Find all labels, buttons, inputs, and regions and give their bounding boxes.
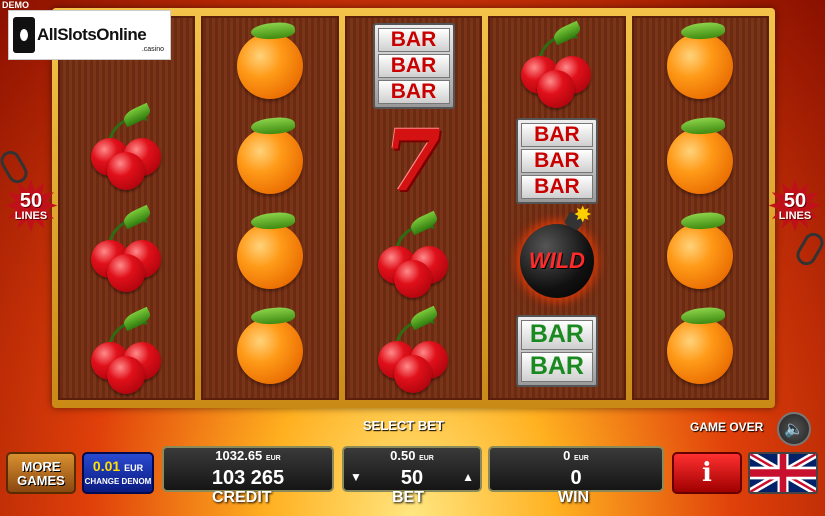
win-panel: 0 EUR 0 xyxy=(488,446,664,492)
logo-keyhole-icon xyxy=(13,17,35,53)
reel-5 xyxy=(631,16,770,400)
win-label: WIN xyxy=(558,489,590,506)
info-button[interactable]: i xyxy=(672,452,742,494)
slot-machine: BAR BAR BAR BAR 7 BAR BAR BAR xyxy=(52,8,775,408)
spark-icon: ✸ xyxy=(573,201,592,227)
lines-count: 50 xyxy=(783,190,807,212)
lines-label: LINES xyxy=(14,210,48,222)
select-bet-label: SELECT BET xyxy=(363,418,444,433)
credit-value: 103 265 xyxy=(211,467,285,489)
bet-label: BET xyxy=(392,489,424,506)
lines-count: 50 xyxy=(19,190,43,212)
triple-bar-symbol: BAR BAR BAR xyxy=(371,22,457,109)
credit-label: CREDIT xyxy=(212,489,272,506)
cherries-symbol xyxy=(84,204,170,292)
orange-symbol xyxy=(657,121,743,201)
denom-label: CHANGE DENOM xyxy=(84,477,152,486)
win-eur: 0 xyxy=(563,448,571,463)
demo-label: DEMO xyxy=(2,0,29,10)
lines-label: LINES xyxy=(778,210,812,222)
orange-symbol xyxy=(657,26,743,106)
denom-value: 0.01 xyxy=(92,458,121,474)
sound-toggle-button[interactable]: 🔈 xyxy=(777,412,811,446)
lines-badge-right: ✹ 50 LINES xyxy=(764,172,825,242)
credit-eur: 1032.65 xyxy=(215,448,263,463)
bet-decrease-button[interactable]: ▼ xyxy=(350,470,362,484)
reel-2 xyxy=(201,16,339,400)
site-logo: AllSlotsOnline .casino xyxy=(8,10,171,60)
orange-symbol xyxy=(227,26,313,106)
seven-symbol: 7 xyxy=(377,110,450,210)
game-over-label: GAME OVER xyxy=(690,420,764,434)
double-bar-symbol: BAR BAR xyxy=(514,311,600,391)
denom-currency: EUR xyxy=(124,463,144,473)
wild-bomb-symbol: ✸ WILD xyxy=(514,202,600,298)
uk-flag-icon xyxy=(750,454,816,492)
logo-text: AllSlotsOnline xyxy=(37,25,147,44)
reel-4: BAR BAR BAR ✸ WILD BAR BAR xyxy=(488,16,626,400)
orange-symbol xyxy=(227,216,313,296)
cherries-symbol xyxy=(84,306,170,394)
cherries-symbol xyxy=(514,20,600,108)
lines-badge-left: ✹ 50 LINES xyxy=(0,172,62,242)
orange-symbol xyxy=(657,311,743,391)
more-games-button[interactable]: MORE GAMES xyxy=(6,452,76,494)
cherries-symbol xyxy=(84,102,170,190)
reel-3: BAR BAR BAR 7 xyxy=(344,16,483,400)
orange-symbol xyxy=(227,311,313,391)
bet-eur: 0.50 xyxy=(390,448,416,463)
bet-increase-button[interactable]: ▲ xyxy=(462,470,474,484)
win-value: 0 xyxy=(570,467,582,489)
triple-bar-symbol: BAR BAR BAR xyxy=(514,117,600,204)
orange-symbol xyxy=(227,121,313,201)
bet-value: 50 xyxy=(400,467,424,489)
orange-symbol xyxy=(657,216,743,296)
reel-1: BAR xyxy=(58,16,196,400)
language-uk-flag-button[interactable] xyxy=(748,452,818,494)
credit-panel: 1032.65 EUR 103 265 xyxy=(162,446,334,492)
logo-subtext: .casino xyxy=(141,46,164,53)
cherries-symbol xyxy=(371,210,457,298)
bet-panel: 0.50 EUR 50 ▼ ▲ xyxy=(342,446,482,492)
info-icon: i xyxy=(702,458,712,488)
change-denom-button[interactable]: 0.01 EUR CHANGE DENOM xyxy=(82,452,154,494)
cherries-symbol xyxy=(371,305,457,393)
speaker-icon: 🔈 xyxy=(784,421,804,438)
